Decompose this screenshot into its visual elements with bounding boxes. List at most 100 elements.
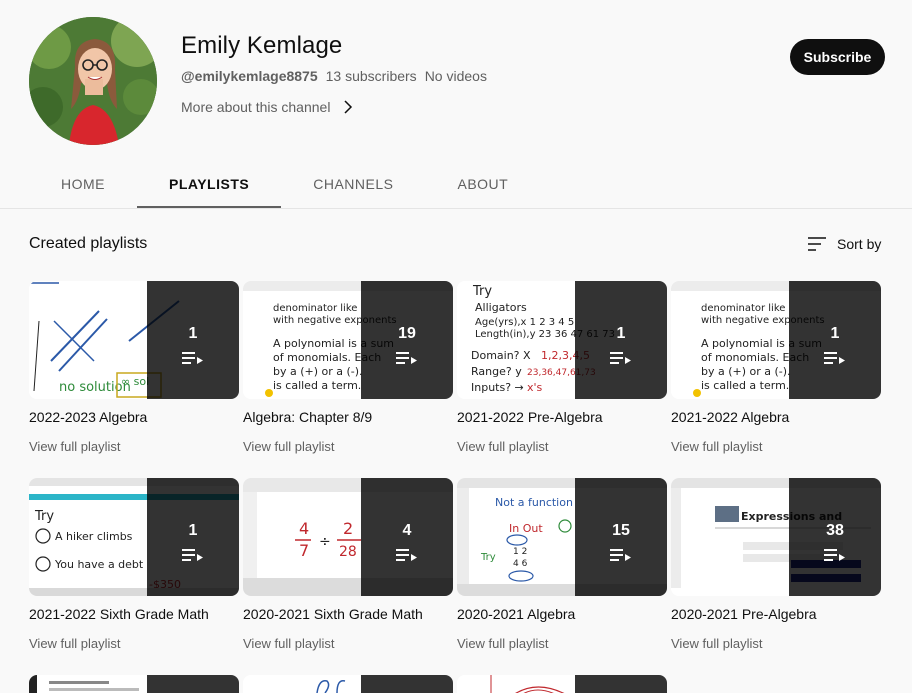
playlist-thumbnail[interactable]: denominator like with negative exponents… xyxy=(243,281,453,399)
playlist-overlay: 15 xyxy=(575,478,667,596)
playlist-title[interactable]: Algebra: Chapter 8/9 xyxy=(243,409,453,425)
playlist-card: Expressions and 38 2020-2021 Pre-Algebra… xyxy=(671,478,881,651)
playlist-play-icon xyxy=(824,549,845,561)
channel-header: Emily Kemlage @emilykemlage8875 13 subscr… xyxy=(0,0,912,160)
channel-meta: @emilykemlage8875 13 subscribers No videos xyxy=(181,68,487,84)
playlist-play-icon xyxy=(396,549,417,561)
tab-home[interactable]: HOME xyxy=(29,160,137,208)
playlist-thumbnail[interactable]: Not a function In Out 1 2 4 6 Try 15 xyxy=(457,478,667,596)
svg-text:Range? y: Range? y xyxy=(471,365,522,378)
playlist-thumbnail[interactable]: 4 7 ÷ 2 28 4 xyxy=(243,478,453,596)
playlist-play-icon xyxy=(824,352,845,364)
playlist-thumbnail[interactable]: no solution ∞ sol 1 xyxy=(29,281,239,399)
view-full-playlist-link[interactable]: View full playlist xyxy=(243,636,453,651)
playlist-overlay: 38 xyxy=(789,478,881,596)
svg-text:is called a term.: is called a term. xyxy=(701,379,789,392)
playlist-overlay: 1 xyxy=(147,281,239,399)
svg-text:by a (+) or a (-).: by a (+) or a (-). xyxy=(273,365,363,378)
playlist-thumbnail-partial[interactable] xyxy=(457,675,667,693)
view-full-playlist-link[interactable]: View full playlist xyxy=(243,439,453,454)
playlist-overlay xyxy=(361,675,453,693)
video-count: No videos xyxy=(424,68,487,84)
playlist-play-icon xyxy=(610,549,631,561)
channel-avatar[interactable] xyxy=(29,17,157,145)
svg-text:Try: Try xyxy=(34,509,54,524)
playlist-thumbnail[interactable]: denominator like with negative exponents… xyxy=(671,281,881,399)
playlist-thumbnail-partial[interactable] xyxy=(243,675,453,693)
svg-text:2: 2 xyxy=(343,519,353,538)
svg-text:Try: Try xyxy=(480,552,496,563)
sort-by-label: Sort by xyxy=(837,236,882,252)
svg-text:You have a debt: You have a debt xyxy=(54,558,144,571)
playlist-thumbnail[interactable]: Try Alligators Age(yrs),x 1 2 3 4 5 Leng… xyxy=(457,281,667,399)
video-count-badge: 1 xyxy=(830,325,840,342)
playlist-play-icon xyxy=(182,549,203,561)
channel-handle: @emilykemlage8875 xyxy=(181,68,318,84)
svg-text:∞ sol: ∞ sol xyxy=(121,375,149,388)
svg-text:Alligators: Alligators xyxy=(475,301,527,314)
playlist-overlay: 1 xyxy=(789,281,881,399)
playlist-thumbnail[interactable]: Try A hiker climbs You have a debt -$350… xyxy=(29,478,239,596)
playlist-overlay: 1 xyxy=(147,478,239,596)
view-full-playlist-link[interactable]: View full playlist xyxy=(29,439,239,454)
sort-by-button[interactable]: Sort by xyxy=(806,233,881,255)
more-about-label: More about this channel xyxy=(181,99,331,115)
svg-text:4: 4 xyxy=(299,519,309,538)
playlist-title[interactable]: 2020-2021 Pre-Algebra xyxy=(671,606,881,622)
more-about-channel-link[interactable]: More about this channel xyxy=(181,99,356,115)
playlist-title[interactable]: 2021-2022 Algebra xyxy=(671,409,881,425)
svg-text:x's: x's xyxy=(527,381,543,394)
playlist-title[interactable]: 2020-2021 Sixth Grade Math xyxy=(243,606,453,622)
view-full-playlist-link[interactable]: View full playlist xyxy=(29,636,239,651)
playlist-overlay: 4 xyxy=(361,478,453,596)
view-full-playlist-link[interactable]: View full playlist xyxy=(671,636,881,651)
playlist-play-icon xyxy=(396,352,417,364)
svg-text:A hiker climbs: A hiker climbs xyxy=(55,530,133,543)
channel-page: Emily Kemlage @emilykemlage8875 13 subscr… xyxy=(0,0,912,693)
svg-text:by a (+) or a (-).: by a (+) or a (-). xyxy=(701,365,791,378)
video-count-badge: 1 xyxy=(188,325,198,342)
playlist-card: Try A hiker climbs You have a debt -$350… xyxy=(29,478,239,651)
playlist-title[interactable]: 2021-2022 Sixth Grade Math xyxy=(29,606,239,622)
view-full-playlist-link[interactable]: View full playlist xyxy=(671,439,881,454)
playlist-card: denominator like with negative exponents… xyxy=(671,281,881,454)
playlist-play-icon xyxy=(610,352,631,364)
tab-channels[interactable]: CHANNELS xyxy=(281,160,425,208)
playlist-title[interactable]: 2022-2023 Algebra xyxy=(29,409,239,425)
playlist-thumbnail[interactable]: Expressions and 38 xyxy=(671,478,881,596)
playlist-card: Try Alligators Age(yrs),x 1 2 3 4 5 Leng… xyxy=(457,281,667,454)
video-count-badge: 1 xyxy=(188,522,198,539)
svg-text:Age(yrs),x 1 2 3 4 5: Age(yrs),x 1 2 3 4 5 xyxy=(475,317,574,328)
svg-text:Try: Try xyxy=(472,284,492,299)
playlist-card: denominator like with negative exponents… xyxy=(243,281,453,454)
tab-playlists[interactable]: PLAYLISTS xyxy=(137,160,282,209)
playlist-card: no solution ∞ sol 1 2022-2023 Algebra Vi… xyxy=(29,281,239,454)
svg-text:1 2: 1 2 xyxy=(513,547,527,557)
channel-tabs: HOME PLAYLISTS CHANNELS ABOUT xyxy=(29,160,540,209)
svg-text:28: 28 xyxy=(339,544,357,560)
svg-text:4 6: 4 6 xyxy=(513,559,528,569)
playlist-card: 4 7 ÷ 2 28 4 2020-2021 Sixth Grade Math xyxy=(243,478,453,651)
subscriber-count: 13 subscribers xyxy=(325,68,417,84)
video-count-badge: 15 xyxy=(612,522,630,539)
tabs-divider xyxy=(0,208,912,209)
playlist-thumbnail-partial[interactable] xyxy=(29,675,239,693)
video-count-badge: 4 xyxy=(402,522,412,539)
chevron-right-icon xyxy=(344,100,353,114)
view-full-playlist-link[interactable]: View full playlist xyxy=(457,439,667,454)
playlist-title[interactable]: 2021-2022 Pre-Algebra xyxy=(457,409,667,425)
svg-text:7: 7 xyxy=(299,541,309,560)
tab-about[interactable]: ABOUT xyxy=(425,160,540,208)
svg-text:Inputs? →: Inputs? → xyxy=(471,381,524,394)
subscribe-button[interactable]: Subscribe xyxy=(790,39,885,75)
sort-icon xyxy=(808,237,826,251)
playlist-overlay: 19 xyxy=(361,281,453,399)
view-full-playlist-link[interactable]: View full playlist xyxy=(457,636,667,651)
section-title: Created playlists xyxy=(29,235,148,252)
playlist-title[interactable]: 2020-2021 Algebra xyxy=(457,606,667,622)
playlist-overlay: 1 xyxy=(575,281,667,399)
playlist-play-icon xyxy=(182,352,203,364)
svg-text:is called a term.: is called a term. xyxy=(273,379,361,392)
svg-text:÷: ÷ xyxy=(319,534,331,550)
svg-text:Not a function: Not a function xyxy=(495,496,573,509)
